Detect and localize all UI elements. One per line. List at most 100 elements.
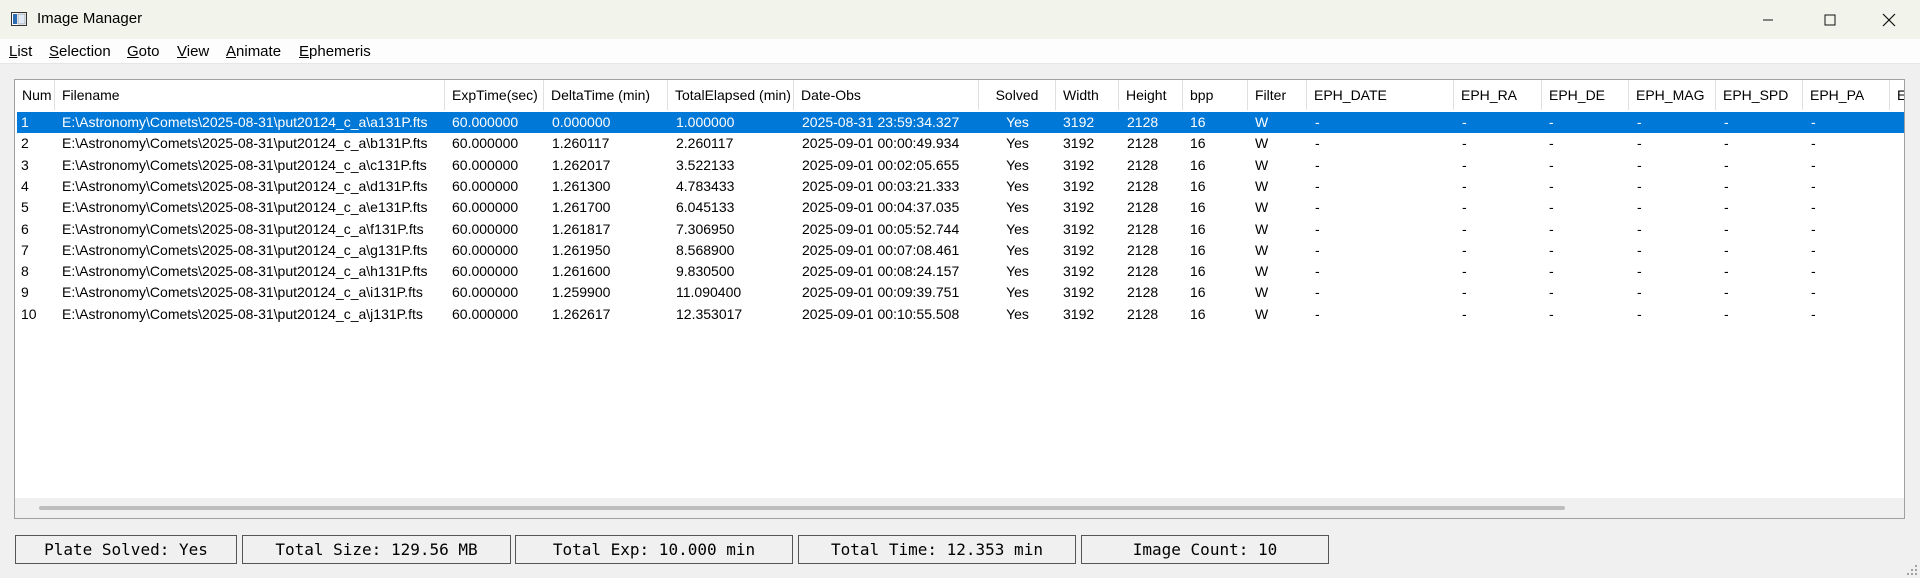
column-header-num[interactable]: Num bbox=[15, 80, 55, 110]
cell-eph-mag: - bbox=[1637, 114, 1642, 130]
cell-height: 2128 bbox=[1127, 220, 1159, 237]
column-header-bpp[interactable]: bpp bbox=[1183, 80, 1248, 110]
cell-height: 2128 bbox=[1127, 156, 1159, 173]
cell-totalelapsed-min: 6.045133 bbox=[676, 199, 735, 216]
column-header-deltatime-min[interactable]: DeltaTime (min) bbox=[544, 80, 668, 110]
menu-separator bbox=[0, 63, 1920, 64]
cell-eph-spd: - bbox=[1724, 177, 1729, 194]
column-header-filename[interactable]: Filename bbox=[55, 80, 445, 110]
table-row[interactable]: 4 E:\Astronomy\Comets\2025-08-31\put20124… bbox=[17, 176, 1904, 197]
cell-filename: E:\Astronomy\Comets\2025-08-31\put20124_… bbox=[62, 305, 423, 322]
status-plate-solved: Plate Solved: Yes bbox=[15, 535, 237, 564]
image-list[interactable]: Num Filename ExpTime(sec) DeltaTime (min) To… bbox=[14, 79, 1905, 519]
cell-width: 3192 bbox=[1063, 199, 1095, 216]
cell-width: 3192 bbox=[1063, 241, 1095, 258]
column-header-eph-spd[interactable]: EPH_SPD bbox=[1716, 80, 1803, 110]
cell-solved: Yes bbox=[1006, 284, 1029, 301]
cell-num: 7 bbox=[21, 241, 29, 258]
title-bar[interactable]: Image Manager bbox=[0, 0, 1920, 39]
cell-exptime-sec: 60.000000 bbox=[452, 199, 519, 216]
close-button[interactable] bbox=[1866, 0, 1912, 39]
column-header-eph-date[interactable]: EPH_DATE bbox=[1307, 80, 1454, 110]
cell-eph-mag: - bbox=[1637, 177, 1642, 194]
cell-bpp: 16 bbox=[1190, 241, 1206, 258]
table-row[interactable]: 10 E:\Astronomy\Comets\2025-08-31\put2012… bbox=[17, 304, 1904, 325]
cell-date-obs: 2025-09-01 00:08:24.157 bbox=[802, 263, 960, 280]
table-row[interactable]: 3 E:\Astronomy\Comets\2025-08-31\put20124… bbox=[17, 155, 1904, 176]
cell-bpp: 16 bbox=[1190, 263, 1206, 280]
cell-eph-date: - bbox=[1315, 177, 1320, 194]
cell-eph-mag: - bbox=[1637, 284, 1642, 301]
column-header-solved[interactable]: Solved bbox=[979, 80, 1056, 110]
cell-totalelapsed-min: 7.306950 bbox=[676, 220, 735, 237]
cell-solved: Yes bbox=[1006, 114, 1029, 130]
cell-eph-de: - bbox=[1549, 177, 1554, 194]
column-header-date-obs[interactable]: Date-Obs bbox=[794, 80, 979, 110]
column-header-eph-ra[interactable]: EPH_RA bbox=[1454, 80, 1542, 110]
column-header-eph-mag[interactable]: EPH_MAG bbox=[1629, 80, 1716, 110]
column-header-exptime-sec[interactable]: ExpTime(sec) bbox=[445, 80, 544, 110]
cell-eph-date: - bbox=[1315, 220, 1320, 237]
cell-num: 2 bbox=[21, 135, 29, 152]
column-header-eph-pa[interactable]: EPH_PA bbox=[1803, 80, 1890, 110]
cell-num: 10 bbox=[21, 305, 37, 322]
scrollbar-thumb[interactable] bbox=[39, 506, 1565, 510]
cell-totalelapsed-min: 11.090400 bbox=[676, 284, 742, 301]
table-row[interactable]: 7 E:\Astronomy\Comets\2025-08-31\put20124… bbox=[17, 240, 1904, 261]
horizontal-scrollbar[interactable] bbox=[15, 498, 1904, 518]
cell-eph-mag: - bbox=[1637, 156, 1642, 173]
cell-bpp: 16 bbox=[1190, 199, 1206, 216]
menu-selection[interactable]: Selection bbox=[49, 43, 111, 60]
cell-eph-pa: - bbox=[1811, 114, 1816, 130]
cell-filename: E:\Astronomy\Comets\2025-08-31\put20124_… bbox=[62, 135, 428, 152]
cell-deltatime-min: 1.262017 bbox=[552, 156, 611, 173]
resize-grip-icon[interactable] bbox=[1906, 564, 1918, 576]
cell-filter: W bbox=[1255, 263, 1269, 280]
cell-deltatime-min: 0.000000 bbox=[552, 114, 611, 130]
cell-bpp: 16 bbox=[1190, 177, 1206, 194]
cell-eph-spd: - bbox=[1724, 284, 1729, 301]
cell-solved: Yes bbox=[1006, 135, 1029, 152]
table-row[interactable]: 6 E:\Astronomy\Comets\2025-08-31\put20124… bbox=[17, 219, 1904, 240]
table-row[interactable]: 2 E:\Astronomy\Comets\2025-08-31\put20124… bbox=[17, 133, 1904, 154]
table-row[interactable]: 9 E:\Astronomy\Comets\2025-08-31\put20124… bbox=[17, 282, 1904, 303]
cell-filter: W bbox=[1255, 177, 1269, 194]
cell-height: 2128 bbox=[1127, 177, 1159, 194]
maximize-button[interactable] bbox=[1807, 0, 1853, 39]
cell-eph-pa: - bbox=[1811, 241, 1816, 258]
cell-bpp: 16 bbox=[1190, 135, 1206, 152]
cell-eph-ra: - bbox=[1462, 135, 1467, 152]
column-header-height[interactable]: Height bbox=[1119, 80, 1183, 110]
minimize-button[interactable] bbox=[1745, 0, 1791, 39]
column-header-e[interactable]: E bbox=[1890, 80, 1904, 110]
cell-deltatime-min: 1.259900 bbox=[552, 284, 611, 301]
cell-filename: E:\Astronomy\Comets\2025-08-31\put20124_… bbox=[62, 177, 428, 194]
menu-animate[interactable]: Animate bbox=[226, 43, 281, 60]
cell-width: 3192 bbox=[1063, 284, 1095, 301]
table-row[interactable]: 1 E:\Astronomy\Comets\2025-08-31\put20124… bbox=[17, 112, 1904, 133]
cell-filter: W bbox=[1255, 199, 1269, 216]
cell-num: 4 bbox=[21, 177, 29, 194]
cell-eph-pa: - bbox=[1811, 284, 1816, 301]
menu-list[interactable]: List bbox=[9, 43, 32, 60]
cell-date-obs: 2025-09-01 00:00:49.934 bbox=[802, 135, 960, 152]
table-row[interactable]: 5 E:\Astronomy\Comets\2025-08-31\put20124… bbox=[17, 197, 1904, 218]
column-header-filter[interactable]: Filter bbox=[1248, 80, 1307, 110]
menu-ephemeris[interactable]: Ephemeris bbox=[299, 43, 371, 60]
cell-exptime-sec: 60.000000 bbox=[452, 241, 519, 258]
cell-eph-de: - bbox=[1549, 263, 1554, 280]
cell-eph-spd: - bbox=[1724, 241, 1729, 258]
menu-bar: List Selection Goto View Animate Ephemer… bbox=[0, 39, 1920, 63]
cell-solved: Yes bbox=[1006, 220, 1029, 237]
column-header-width[interactable]: Width bbox=[1056, 80, 1119, 110]
cell-num: 5 bbox=[21, 199, 29, 216]
menu-view[interactable]: View bbox=[177, 43, 209, 60]
cell-width: 3192 bbox=[1063, 177, 1095, 194]
table-row[interactable]: 8 E:\Astronomy\Comets\2025-08-31\put20124… bbox=[17, 261, 1904, 282]
column-header-totalelapsed-min[interactable]: TotalElapsed (min) bbox=[668, 80, 794, 110]
column-header-eph-de[interactable]: EPH_DE bbox=[1542, 80, 1629, 110]
cell-eph-ra: - bbox=[1462, 177, 1467, 194]
menu-goto[interactable]: Goto bbox=[127, 43, 160, 60]
status-total-exp: Total Exp: 10.000 min bbox=[515, 535, 793, 564]
maximize-icon bbox=[1824, 14, 1836, 25]
